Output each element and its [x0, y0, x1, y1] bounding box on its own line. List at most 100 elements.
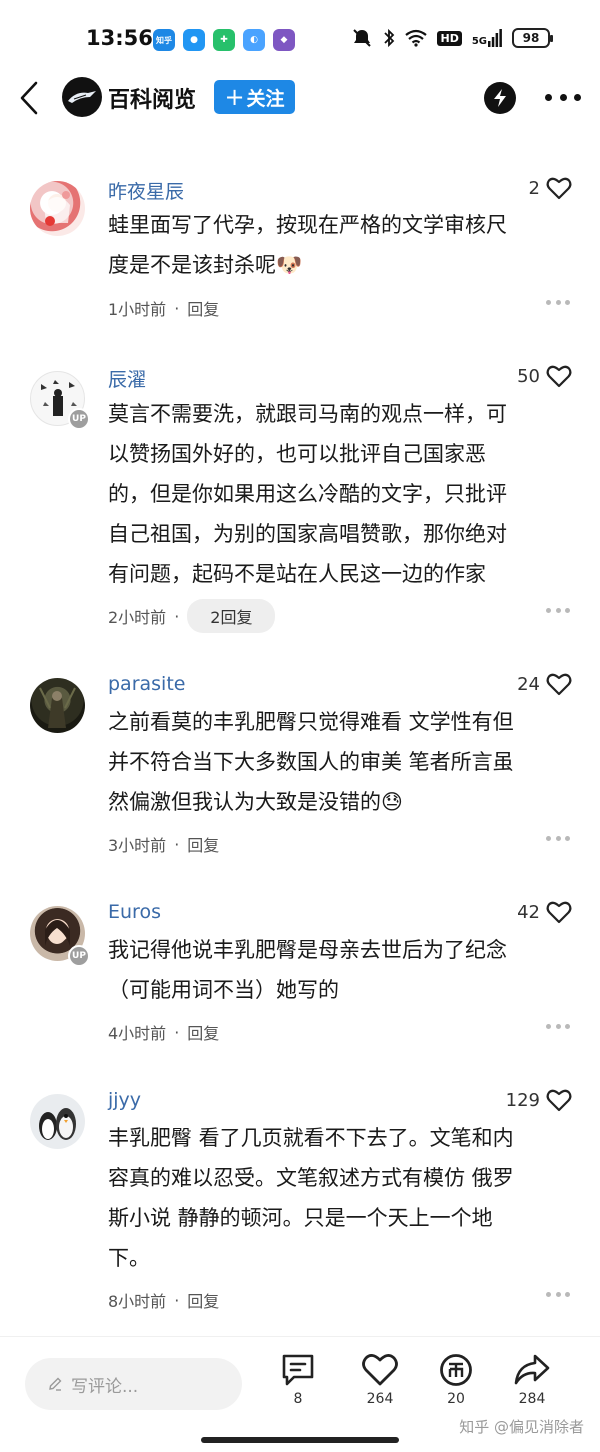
channel-name[interactable]: 百科阅览 — [108, 82, 196, 114]
coin-button[interactable]: 20 — [426, 1353, 486, 1407]
more-dot-icon — [546, 835, 551, 841]
coin-icon — [440, 1354, 472, 1386]
like-button[interactable]: 42 — [517, 900, 572, 924]
comment-text-line: 的，但是你如果用这么冷酷的文字，只批评 — [108, 482, 507, 506]
signal-icon: 5G — [472, 29, 502, 47]
comment-text-line: 度是不是该封杀呢🐶 — [108, 253, 303, 277]
comment-username[interactable]: 昨夜星辰 — [108, 177, 184, 204]
comment-time: 4小时前 — [108, 1024, 167, 1043]
bottom-action-bar: 写评论... 8 264 20 284 知乎 @偏见消除者 — [0, 1336, 600, 1452]
reply-button[interactable]: 回复 — [187, 832, 219, 856]
comment-meta: 8小时前 · 回复 — [108, 1288, 219, 1312]
notification-icons: 知乎 ● ✚ ◐ ◆ — [153, 29, 295, 51]
more-dot-icon — [546, 299, 551, 305]
app-notification-icon-2: ● — [183, 29, 205, 51]
more-dot-icon — [555, 607, 561, 613]
app-notification-icon-3: ✚ — [213, 29, 235, 51]
view-replies-button[interactable]: 2回复 — [187, 599, 276, 633]
comments-button[interactable]: 8 — [268, 1353, 328, 1407]
comment-text-line: 蛙里面写了代孕，按现在严格的文学审核尺 — [108, 213, 507, 237]
more-dot-icon — [555, 835, 561, 841]
comment-text-line: 容真的难以忍受。文笔叙述方式有模仿 俄罗 — [108, 1166, 514, 1190]
comment-more-button[interactable] — [546, 1022, 570, 1030]
comment-text-line: 下。 — [108, 1246, 150, 1270]
battery-icon: 98 — [512, 28, 553, 48]
more-dot-icon — [559, 93, 567, 101]
comment-text-line: 并不符合当下大多数国人的审美 笔者所言虽 — [108, 750, 514, 774]
comment-text-line: 有问题，起码不是站在人民这一边的作家 — [108, 562, 486, 586]
likes-count: 264 — [366, 1391, 394, 1407]
like-count: 24 — [517, 673, 540, 695]
avatar[interactable] — [30, 181, 85, 236]
comment-text-line: 以赞扬国外好的，也可以批评自己国家恶 — [108, 442, 486, 466]
comment-bubble-icon — [282, 1354, 314, 1386]
comment-username[interactable]: 辰濯 — [108, 365, 146, 392]
comment-text-line: （可能用词不当）她写的 — [108, 978, 339, 1002]
comment-text: 莫言不需要洗，就跟司马南的观点一样，可 以赞扬国外好的，也可以批评自己国家恶 的… — [108, 394, 568, 594]
like-count: 50 — [517, 365, 540, 387]
more-dot-icon — [565, 835, 570, 841]
system-icons: HD 5G 98 — [351, 28, 553, 48]
like-article-button[interactable]: 264 — [350, 1353, 410, 1407]
back-button[interactable] — [14, 78, 44, 118]
like-button[interactable]: 129 — [506, 1088, 572, 1112]
heart-outline-icon — [546, 177, 572, 200]
reply-button[interactable]: 回复 — [187, 1020, 219, 1044]
lightning-button[interactable] — [484, 82, 516, 114]
reply-button[interactable]: 回复 — [187, 296, 219, 320]
more-dot-icon — [565, 1023, 570, 1029]
separator-dot: · — [174, 1290, 180, 1310]
comment-time: 2小时前 — [108, 608, 167, 627]
comment-text-line: 我记得他说丰乳肥臀是母亲去世后为了纪念 — [108, 938, 507, 962]
comment-input[interactable]: 写评论... — [25, 1358, 242, 1410]
comment-text-line: 斯小说 静静的顿河。只是一个天上一个地 — [108, 1206, 493, 1230]
like-button[interactable]: 24 — [517, 672, 572, 696]
follow-button[interactable]: + 关注 — [214, 80, 295, 114]
comment-username[interactable]: parasite — [108, 673, 185, 695]
hd-icon: HD — [437, 30, 462, 46]
zhihu-notification-icon: 知乎 — [153, 29, 175, 51]
more-options-button[interactable] — [545, 84, 581, 110]
comment-more-button[interactable] — [546, 606, 570, 614]
comment-more-button[interactable] — [546, 834, 570, 842]
avatar-image-icon — [44, 191, 70, 226]
back-arrow-icon — [20, 81, 38, 115]
comment-time: 3小时前 — [108, 836, 167, 855]
comment-time: 8小时前 — [108, 1292, 167, 1311]
heart-outline-icon — [546, 673, 572, 696]
plus-icon: + — [224, 83, 245, 111]
like-count: 2 — [528, 177, 540, 199]
comment-text-line: 莫言不需要洗，就跟司马南的观点一样，可 — [108, 402, 507, 426]
more-dot-icon — [555, 299, 561, 305]
heart-outline-icon — [546, 365, 572, 388]
comment-text-line: 丰乳肥臀 看了几页就看不下去了。文笔和内 — [108, 1126, 514, 1150]
comment-meta: 1小时前 · 回复 — [108, 296, 219, 320]
reply-button[interactable]: 回复 — [187, 1288, 219, 1312]
up-badge: UP — [68, 945, 90, 967]
channel-avatar[interactable] — [62, 77, 102, 117]
comment-more-button[interactable] — [546, 298, 570, 306]
pencil-icon — [47, 1376, 63, 1392]
avatar-image-icon — [39, 687, 76, 728]
share-button[interactable]: 284 — [502, 1353, 562, 1407]
mute-icon — [351, 28, 373, 48]
comment-more-button[interactable] — [546, 1290, 570, 1298]
comment-meta: 4小时前 · 回复 — [108, 1020, 219, 1044]
like-button[interactable]: 50 — [517, 364, 572, 388]
more-dot-icon — [546, 1291, 551, 1297]
avatar-image-icon — [39, 1108, 76, 1140]
channel-logo-icon — [68, 91, 96, 103]
comment-username[interactable]: Euros — [108, 901, 161, 923]
lightning-icon — [494, 89, 506, 107]
watermark: 知乎 @偏见消除者 — [459, 1418, 584, 1436]
more-dot-icon — [545, 93, 552, 101]
comment-username[interactable]: jjyy — [108, 1089, 141, 1111]
avatar[interactable] — [30, 1094, 85, 1149]
avatar[interactable] — [30, 678, 85, 733]
comment-text-line: 然偏激但我认为大致是没错的😓 — [108, 790, 403, 814]
comment-text: 蛙里面写了代孕，按现在严格的文学审核尺 度是不是该封杀呢🐶 — [108, 205, 568, 285]
like-button[interactable]: 2 — [529, 176, 572, 200]
home-indicator[interactable] — [201, 1437, 399, 1443]
more-dot-icon — [555, 1291, 561, 1297]
more-dot-icon — [546, 607, 551, 613]
